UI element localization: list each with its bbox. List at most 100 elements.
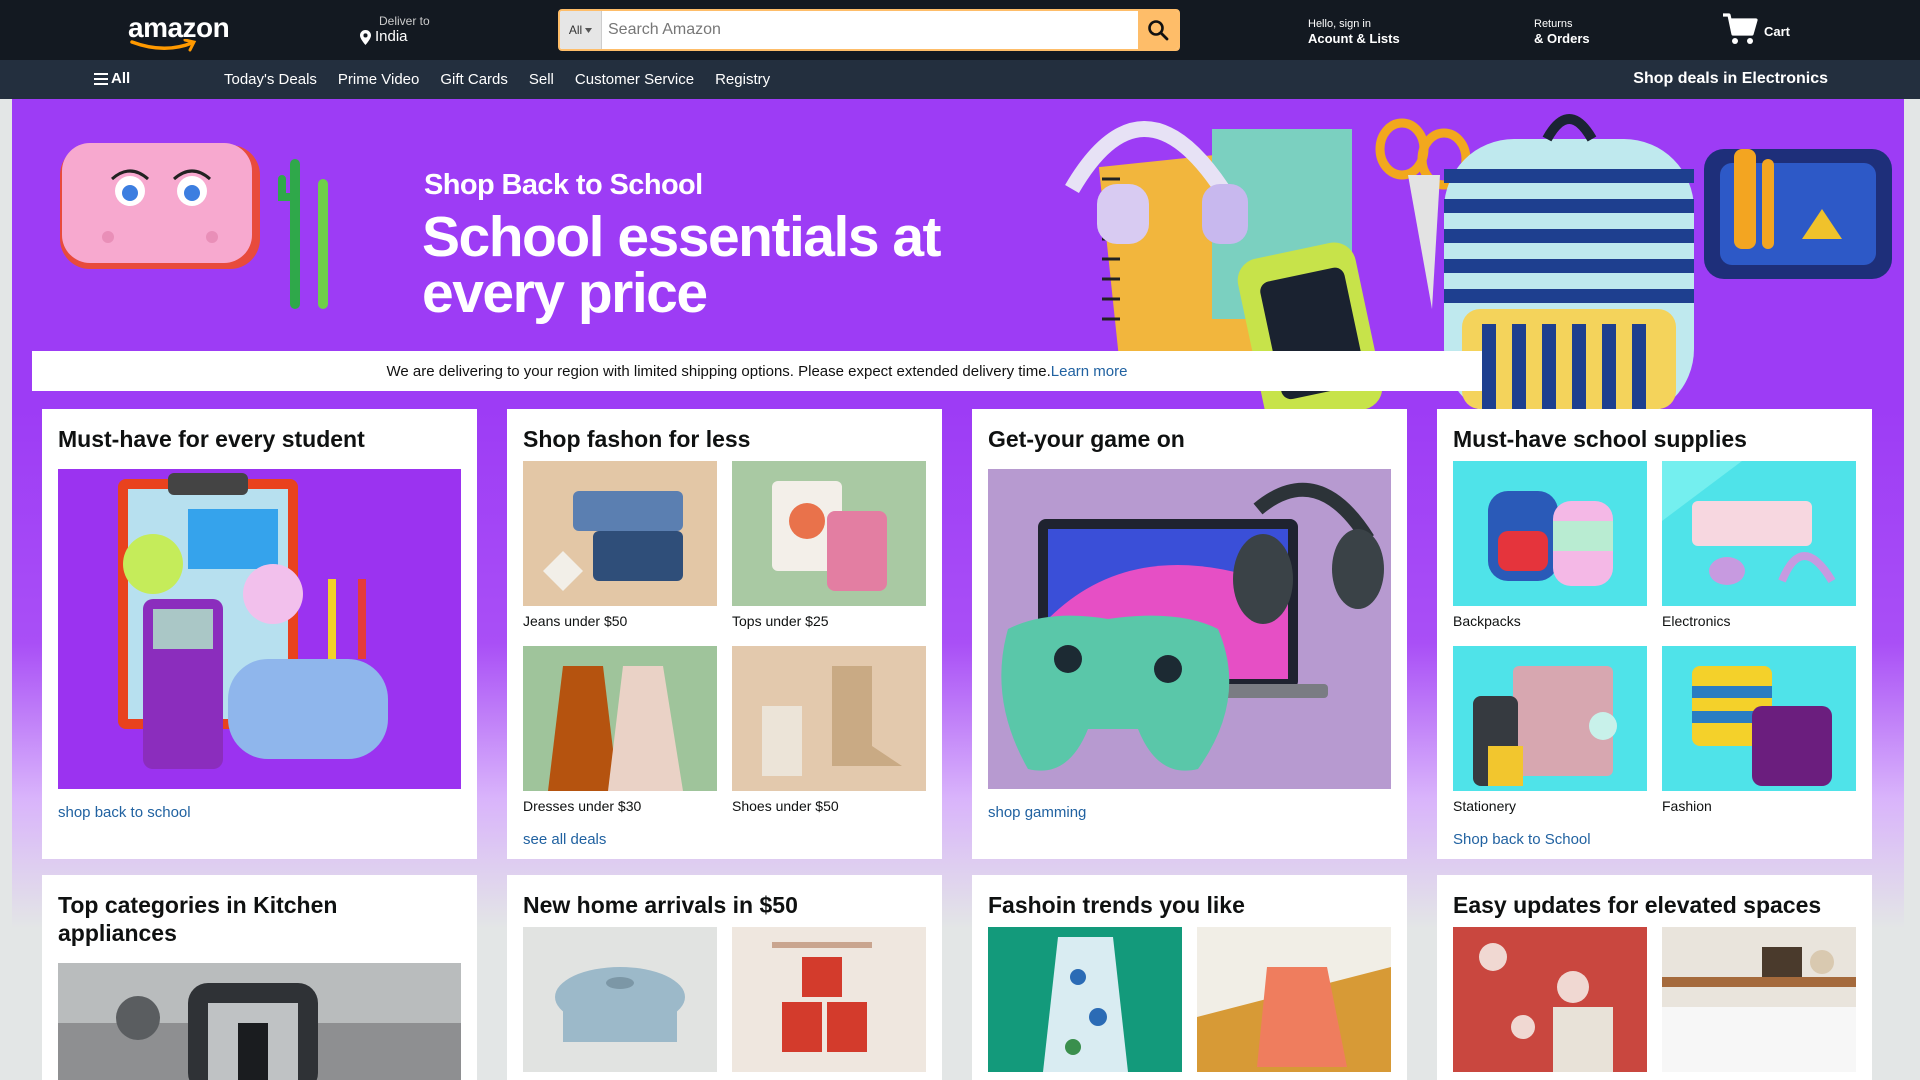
fashion-item-tops[interactable]: Tops under $25 (732, 461, 926, 629)
fashion-item-shoes[interactable]: Shoes under $50 (732, 646, 926, 814)
nav-link-customer-service[interactable]: Customer Service (575, 71, 694, 88)
shop-back-to-school-link-2[interactable]: Shop back to School (1453, 831, 1591, 848)
trend-item-sheer-top[interactable] (1197, 927, 1391, 1072)
trend-item-floral-dress[interactable] (988, 927, 1182, 1072)
deliver-location: India (375, 28, 408, 45)
electronics-picture (1662, 461, 1856, 606)
dresses-image (523, 646, 717, 791)
card-fashion: Shop fashon for less Jeans under $50 Top… (507, 409, 942, 859)
hero-subtitle: Shop Back to School (424, 169, 703, 201)
all-menu-button[interactable]: All (94, 70, 130, 87)
dutch-oven-image (523, 927, 717, 1072)
account-lists[interactable]: Hello, sign in Acount & Lists (1308, 18, 1400, 47)
card-title: Shop fashon for less (523, 426, 751, 452)
hamburger-icon (94, 72, 108, 85)
space-item-kitchen-shelf[interactable] (1662, 927, 1856, 1072)
kitchen-image[interactable] (58, 963, 461, 1080)
supplies-item-backpacks[interactable]: Backpacks (1453, 461, 1647, 629)
location-pin-icon (360, 29, 371, 45)
electronics-image (1662, 461, 1856, 606)
card-gaming: Get-your game on shop gamming (972, 409, 1407, 859)
canisters-picture (732, 927, 926, 1072)
nav-link-prime-video[interactable]: Prime Video (338, 71, 419, 88)
nav-link-registry[interactable]: Registry (715, 71, 770, 88)
stationery-picture (1453, 646, 1647, 791)
gaming-illustration (988, 469, 1391, 789)
search-icon (1148, 20, 1169, 41)
electronics-deals-link[interactable]: Shop deals in Electronics (1633, 70, 1828, 88)
fashion-item-jeans[interactable]: Jeans under $50 (523, 461, 717, 629)
returns-orders[interactable]: Returns & Orders (1534, 18, 1590, 47)
card-title: Must-have for every student (58, 426, 365, 452)
floral-dress-picture (988, 927, 1182, 1072)
shop-gaming-link[interactable]: shop gamming (988, 804, 1086, 821)
card-kitchen: Top categories in Kitchen appliances (42, 875, 477, 1080)
supplies-item-stationery[interactable]: Stationery (1453, 646, 1647, 814)
search-bar: All (558, 9, 1180, 51)
home-item-canisters[interactable] (732, 927, 926, 1072)
sheer-top-image (1197, 927, 1391, 1072)
shoes-image (732, 646, 926, 791)
shop-back-to-school-link[interactable]: shop back to school (58, 804, 191, 821)
chevron-down-icon (585, 27, 593, 33)
top-nav: amazon Deliver to India All Hello, sig (0, 0, 1920, 60)
cart[interactable]: Cart (1722, 12, 1790, 46)
home-item-dutch-oven[interactable] (523, 927, 717, 1072)
search-button[interactable] (1138, 11, 1178, 49)
search-category-label: All (568, 23, 583, 37)
shoes-picture (732, 646, 926, 791)
dutch-oven-picture (523, 927, 717, 1072)
supplies-item-electronics[interactable]: Electronics (1662, 461, 1856, 629)
delivery-notice-text: We are delivering to your region with li… (386, 362, 1051, 380)
space-item-wallpaper[interactable] (1453, 927, 1647, 1072)
wallpaper-picture (1453, 927, 1647, 1072)
deliver-to[interactable]: Deliver to India (360, 14, 430, 46)
card-student: Must-have for every student shop back to… (42, 409, 477, 859)
jeans-picture (523, 461, 717, 606)
item-caption: Tops under $25 (732, 613, 829, 629)
sheer-top-picture (1197, 927, 1391, 1072)
kitchen-picture (58, 963, 461, 1080)
learn-more-link[interactable]: Learn more (1051, 363, 1128, 380)
nav-link-sell[interactable]: Sell (529, 71, 554, 88)
item-caption: Electronics (1662, 613, 1731, 629)
card-school-supplies: Must-have school supplies Backpacks Elec… (1437, 409, 1872, 859)
fashion-item-dresses[interactable]: Dresses under $30 (523, 646, 717, 814)
fashion-kids-image (1662, 646, 1856, 791)
delivery-notice: We are delivering to your region with li… (32, 351, 1482, 391)
kids-fashion-picture (1662, 646, 1856, 791)
deliver-label: Deliver to (379, 14, 430, 28)
backpacks-picture (1453, 461, 1647, 606)
gaming-image[interactable] (988, 469, 1391, 789)
amazon-logo[interactable]: amazon (128, 14, 232, 54)
item-caption: Shoes under $50 (732, 798, 839, 814)
card-home-arrivals: New home arrivals in $50 (507, 875, 942, 1080)
supplies-item-fashion[interactable]: Fashion (1662, 646, 1856, 814)
stationery-image (1453, 646, 1647, 791)
see-all-deals-link[interactable]: see all deals (523, 831, 606, 848)
cart-label: Cart (1764, 24, 1791, 39)
item-caption: Stationery (1453, 798, 1517, 814)
card-title: Fashoin trends you like (988, 892, 1245, 918)
nav-link-todays-deals[interactable]: Today's Deals (224, 71, 317, 88)
account-greeting: Hello, sign in (1308, 18, 1371, 30)
search-input[interactable] (602, 11, 1138, 49)
card-title: New home arrivals in $50 (523, 892, 798, 918)
tops-image (732, 461, 926, 606)
canisters-image (732, 927, 926, 1072)
item-caption: Fashion (1662, 798, 1712, 814)
nav-link-gift-cards[interactable]: Gift Cards (440, 71, 508, 88)
card-title: Must-have school supplies (1453, 426, 1747, 452)
card-elevated-spaces: Easy updates for elevated spaces (1437, 875, 1872, 1080)
orders-label: & Orders (1534, 31, 1590, 46)
student-essentials-illustration (58, 469, 461, 789)
dresses-picture (523, 646, 717, 791)
account-label: Acount & Lists (1308, 31, 1400, 46)
search-category-select[interactable]: All (560, 11, 602, 49)
logo-text: amazon (128, 12, 230, 43)
hero-title: School essentials at every price (422, 205, 942, 325)
tops-picture (732, 461, 926, 606)
jeans-image (523, 461, 717, 606)
student-essentials-image[interactable] (58, 469, 461, 789)
backpacks-image (1453, 461, 1647, 606)
